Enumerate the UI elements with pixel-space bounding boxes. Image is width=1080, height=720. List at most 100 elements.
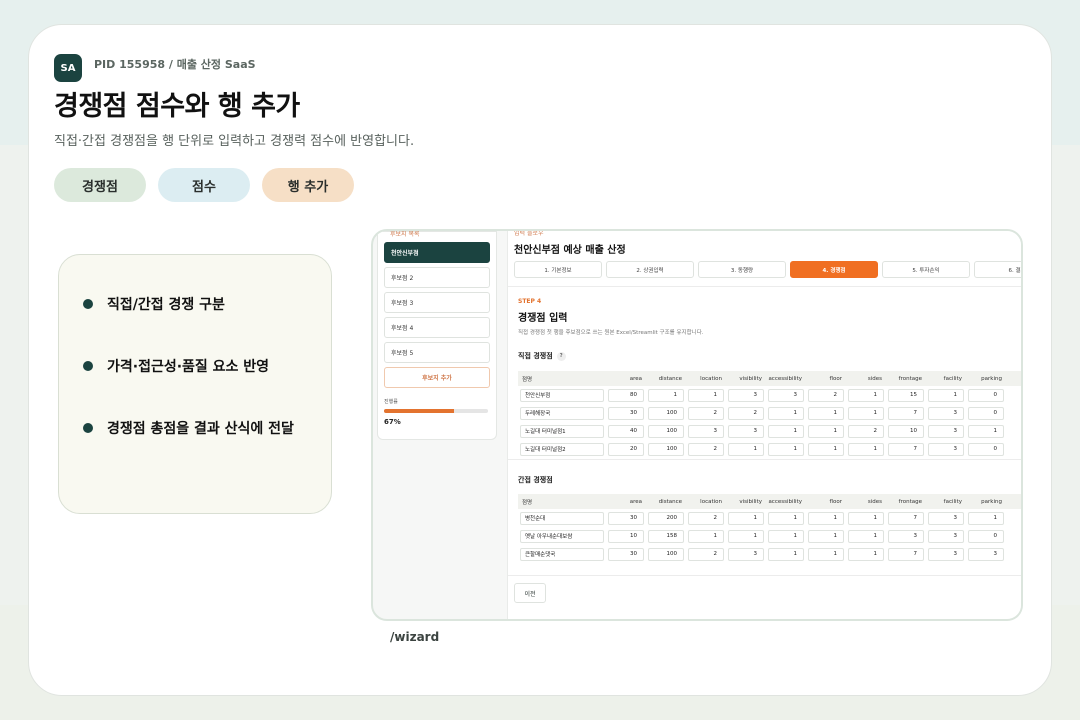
cell-input[interactable]: 0 <box>968 388 1004 402</box>
cell-input[interactable]: 7 <box>888 442 924 456</box>
table-cell: 10 <box>606 529 646 543</box>
candidate-item[interactable]: 후보점 2 <box>384 267 490 288</box>
cell-input[interactable]: 100 <box>648 424 684 438</box>
cell-input[interactable]: 3 <box>688 424 724 438</box>
cell-input[interactable]: 병천순대 <box>520 511 604 525</box>
cell-input[interactable]: 30 <box>608 547 644 561</box>
cell-input[interactable]: 1 <box>768 424 804 438</box>
cell-input[interactable]: 1 <box>968 424 1004 438</box>
cell-input[interactable]: 1 <box>808 547 844 561</box>
cell-input[interactable]: 1 <box>728 511 764 525</box>
cell-input[interactable]: 3 <box>768 388 804 402</box>
cell-input[interactable]: 1 <box>848 442 884 456</box>
table-cell: 3 <box>686 424 726 438</box>
cell-input[interactable]: 1 <box>768 529 804 543</box>
cell-input[interactable]: 1 <box>768 442 804 456</box>
cell-input[interactable]: 3 <box>928 424 964 438</box>
cell-input[interactable]: 1 <box>768 511 804 525</box>
cell-input[interactable]: 2 <box>688 547 724 561</box>
cell-input[interactable]: 1 <box>688 388 724 402</box>
cell-input[interactable]: 큰할매순댓국 <box>520 547 604 561</box>
cell-input[interactable]: 1 <box>728 442 764 456</box>
candidate-item-active[interactable]: 천안신부점 <box>384 242 490 263</box>
cell-input[interactable]: 0 <box>968 406 1004 420</box>
cell-input[interactable]: 1 <box>728 529 764 543</box>
cell-input[interactable]: 3 <box>928 547 964 561</box>
cell-input[interactable]: 천안신부점 <box>520 388 604 402</box>
cell-input[interactable]: 2 <box>688 406 724 420</box>
candidate-item[interactable]: 후보점 5 <box>384 342 490 363</box>
cell-input[interactable]: 1 <box>808 529 844 543</box>
cell-input[interactable]: 1 <box>808 424 844 438</box>
cell-input[interactable]: 3 <box>928 529 964 543</box>
cell-input[interactable]: 1 <box>848 529 884 543</box>
cell-input[interactable]: 1 <box>968 511 1004 525</box>
cell-input[interactable]: 1 <box>648 388 684 402</box>
cell-input[interactable]: 1 <box>808 406 844 420</box>
candidate-item[interactable]: 후보점 4 <box>384 317 490 338</box>
cell-input[interactable]: 0 <box>968 529 1004 543</box>
cell-input[interactable]: 두레해장국 <box>520 406 604 420</box>
cell-input[interactable]: 1 <box>928 388 964 402</box>
cell-input[interactable]: 1 <box>808 511 844 525</box>
cell-input[interactable]: 1 <box>808 442 844 456</box>
cell-input[interactable]: 1 <box>848 388 884 402</box>
add-candidate-button[interactable]: 후보지 추가 <box>384 367 490 388</box>
cell-input[interactable]: 30 <box>608 406 644 420</box>
cell-input[interactable]: 1 <box>768 406 804 420</box>
cell-input[interactable]: 3 <box>928 442 964 456</box>
wizard-step-tab[interactable]: 6. 결제/ <box>974 261 1021 278</box>
wizard-step-tab[interactable]: 4. 경쟁점 <box>790 261 878 278</box>
cell-input[interactable]: 3 <box>888 529 924 543</box>
cell-input[interactable]: 100 <box>648 547 684 561</box>
help-icon[interactable]: ? <box>556 351 566 361</box>
cell-input[interactable]: 노길대 터미널점1 <box>520 424 604 438</box>
cell-input[interactable]: 2 <box>808 388 844 402</box>
cell-input[interactable]: 2 <box>848 424 884 438</box>
cell-input[interactable]: 10 <box>888 424 924 438</box>
cell-input[interactable]: 7 <box>888 511 924 525</box>
direct-competitor-title: 직접 경쟁점 ? <box>518 351 566 361</box>
cell-input[interactable]: 옛날 아우내순대보쌈 <box>520 529 604 543</box>
cell-input[interactable]: 2 <box>728 406 764 420</box>
cell-input[interactable]: 100 <box>648 442 684 456</box>
cell-input[interactable]: 2 <box>688 442 724 456</box>
cell-input[interactable]: 100 <box>648 406 684 420</box>
cell-input[interactable]: 7 <box>888 547 924 561</box>
cell-input[interactable]: 3 <box>728 547 764 561</box>
cell-input[interactable]: 158 <box>648 529 684 543</box>
divider <box>508 575 1021 576</box>
cell-input[interactable]: 15 <box>888 388 924 402</box>
cell-input[interactable]: 7 <box>888 406 924 420</box>
column-header: accessibility <box>768 498 802 505</box>
cell-input[interactable]: 200 <box>648 511 684 525</box>
table-cell: 3 <box>726 547 766 561</box>
cell-input[interactable]: 3 <box>728 424 764 438</box>
table-cell: 1 <box>806 547 846 561</box>
wizard-step-tab[interactable]: 1. 기본정보 <box>514 261 602 278</box>
bullet-dot-icon <box>83 423 93 433</box>
cell-input[interactable]: 30 <box>608 511 644 525</box>
cell-input[interactable]: 40 <box>608 424 644 438</box>
cell-input[interactable]: 10 <box>608 529 644 543</box>
cell-input[interactable]: 3 <box>728 388 764 402</box>
cell-input[interactable]: 1 <box>768 547 804 561</box>
wizard-step-tab[interactable]: 3. 동행량 <box>698 261 786 278</box>
cell-input[interactable]: 20 <box>608 442 644 456</box>
cell-input[interactable]: 1 <box>848 547 884 561</box>
wizard-step-tab[interactable]: 5. 투자손익 <box>882 261 970 278</box>
previous-button[interactable]: 이전 <box>514 583 546 603</box>
cell-input[interactable]: 1 <box>848 511 884 525</box>
cell-input[interactable]: 80 <box>608 388 644 402</box>
cell-input[interactable]: 3 <box>928 406 964 420</box>
cell-input[interactable]: 노길대 터미널점2 <box>520 442 604 456</box>
cell-input[interactable]: 2 <box>688 511 724 525</box>
cell-input[interactable]: 1 <box>688 529 724 543</box>
candidate-item[interactable]: 후보점 3 <box>384 292 490 313</box>
wizard-step-tab[interactable]: 2. 상권입력 <box>606 261 694 278</box>
cell-input[interactable]: 3 <box>928 511 964 525</box>
cell-input[interactable]: 3 <box>968 547 1004 561</box>
column-header: 점명 <box>522 499 533 506</box>
cell-input[interactable]: 0 <box>968 442 1004 456</box>
cell-input[interactable]: 1 <box>848 406 884 420</box>
